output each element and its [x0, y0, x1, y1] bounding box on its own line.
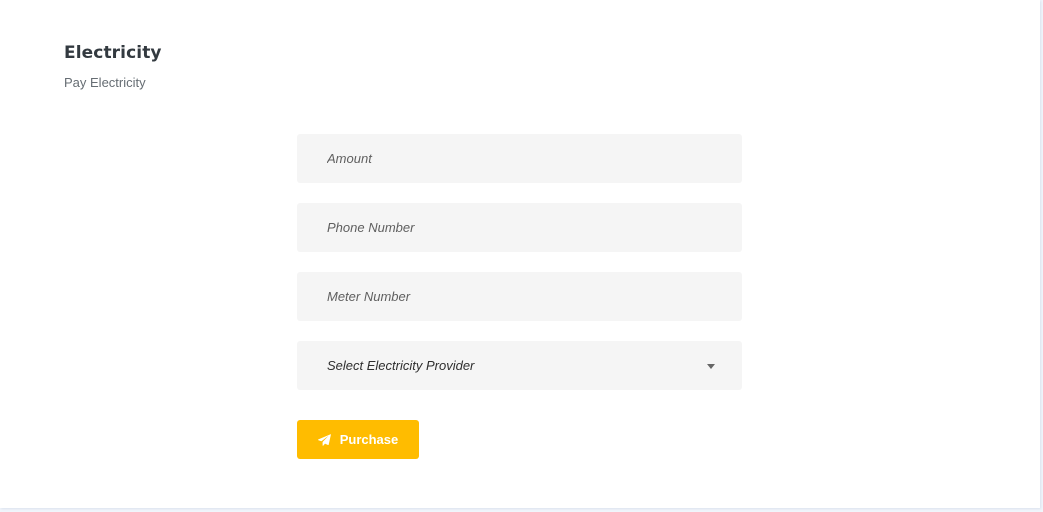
- meter-field-wrapper: [297, 272, 742, 321]
- chevron-down-icon: [707, 364, 715, 369]
- purchase-button[interactable]: Purchase: [297, 420, 419, 459]
- meter-number-input[interactable]: [297, 272, 742, 321]
- electricity-form: Select Electricity Provider: [297, 134, 742, 410]
- phone-number-input[interactable]: [297, 203, 742, 252]
- paper-plane-icon: [317, 433, 331, 446]
- amount-input[interactable]: [297, 134, 742, 183]
- purchase-button-label: Purchase: [339, 432, 399, 447]
- provider-select-value: Select Electricity Provider: [327, 358, 475, 373]
- phone-field-wrapper: [297, 203, 742, 252]
- page-subtitle: Pay Electricity: [64, 75, 146, 90]
- electricity-card: Electricity Pay Electricity Select Elect…: [0, 0, 1040, 508]
- page-title: Electricity: [64, 43, 162, 63]
- provider-select[interactable]: Select Electricity Provider: [297, 341, 742, 390]
- amount-field-wrapper: [297, 134, 742, 183]
